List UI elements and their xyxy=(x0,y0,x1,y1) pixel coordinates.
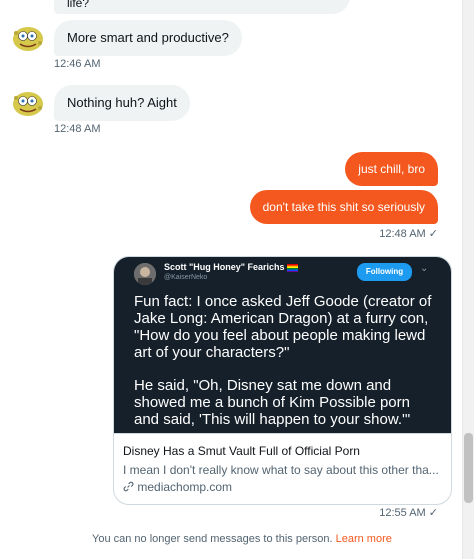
message-bubble-incoming: Nothing huh? Aight xyxy=(54,85,190,121)
rainbow-flag-icon xyxy=(287,263,299,272)
message-bubble-partial: life? xyxy=(54,0,350,14)
scrollbar-thumb[interactable] xyxy=(464,433,473,503)
message-text: don't take this shit so seriously xyxy=(262,200,425,214)
tweet-screenshot: Scott "Hug Honey" Fearichs @KaiserNeko F… xyxy=(114,257,451,433)
shared-tweet-card[interactable]: Scott "Hug Honey" Fearichs @KaiserNeko F… xyxy=(113,256,452,505)
tweet-body: Fun fact: I once asked Jeff Goode (creat… xyxy=(134,293,439,444)
tweet-author-handle: @KaiserNeko xyxy=(164,274,208,281)
message-bubble-outgoing: don't take this shit so seriously xyxy=(249,190,438,224)
link-icon xyxy=(123,481,134,492)
message-timestamp: 12:48 AM ✓ xyxy=(379,227,438,240)
tweet-paragraph: Fun fact: I once asked Jeff Goode (creat… xyxy=(134,293,432,361)
link-preview[interactable]: Disney Has a Smut Vault Full of Official… xyxy=(114,433,451,504)
message-text: Nothing huh? Aight xyxy=(67,95,177,110)
message-timestamp: 12:46 AM xyxy=(54,58,101,70)
check-icon: ✓ xyxy=(428,228,438,240)
tweet-author-name: Scott "Hug Honey" Fearichs xyxy=(164,262,299,272)
check-icon: ✓ xyxy=(428,507,438,519)
conversation-panel: life? More smart and productive? 12:46 A… xyxy=(0,0,462,559)
learn-more-link[interactable]: Learn more xyxy=(336,533,392,545)
message-timestamp: 12:48 AM xyxy=(54,123,101,135)
notice-text: You can no longer send messages to this … xyxy=(92,533,333,545)
chevron-down-icon: ⌄ xyxy=(420,263,429,274)
cartoon-avatar-icon[interactable] xyxy=(10,86,46,122)
message-text: More smart and productive? xyxy=(67,30,229,45)
author-name-text: Scott "Hug Honey" Fearichs xyxy=(164,262,285,272)
message-bubble-incoming: More smart and productive? xyxy=(54,20,242,56)
tweet-paragraph: He said, "Oh, Disney sat me down and sho… xyxy=(134,377,411,428)
scrollbar[interactable] xyxy=(462,0,474,559)
link-title: Disney Has a Smut Vault Full of Official… xyxy=(123,444,360,458)
cartoon-avatar-icon[interactable] xyxy=(10,21,46,57)
conversation-blocked-notice: You can no longer send messages to this … xyxy=(92,533,392,545)
link-domain: mediachomp.com xyxy=(123,480,232,494)
following-button: Following xyxy=(357,263,412,281)
tweet-author-avatar xyxy=(134,263,156,285)
message-text: just chill, bro xyxy=(358,162,425,176)
link-description: I mean I don't really know what to say a… xyxy=(123,463,439,477)
message-timestamp: 12:55 AM ✓ xyxy=(379,506,438,519)
timestamp-text: 12:48 AM xyxy=(379,228,426,240)
message-bubble-outgoing: just chill, bro xyxy=(345,152,438,186)
link-domain-text: mediachomp.com xyxy=(137,480,233,494)
message-text: life? xyxy=(67,0,90,10)
timestamp-text: 12:55 AM xyxy=(379,507,426,519)
